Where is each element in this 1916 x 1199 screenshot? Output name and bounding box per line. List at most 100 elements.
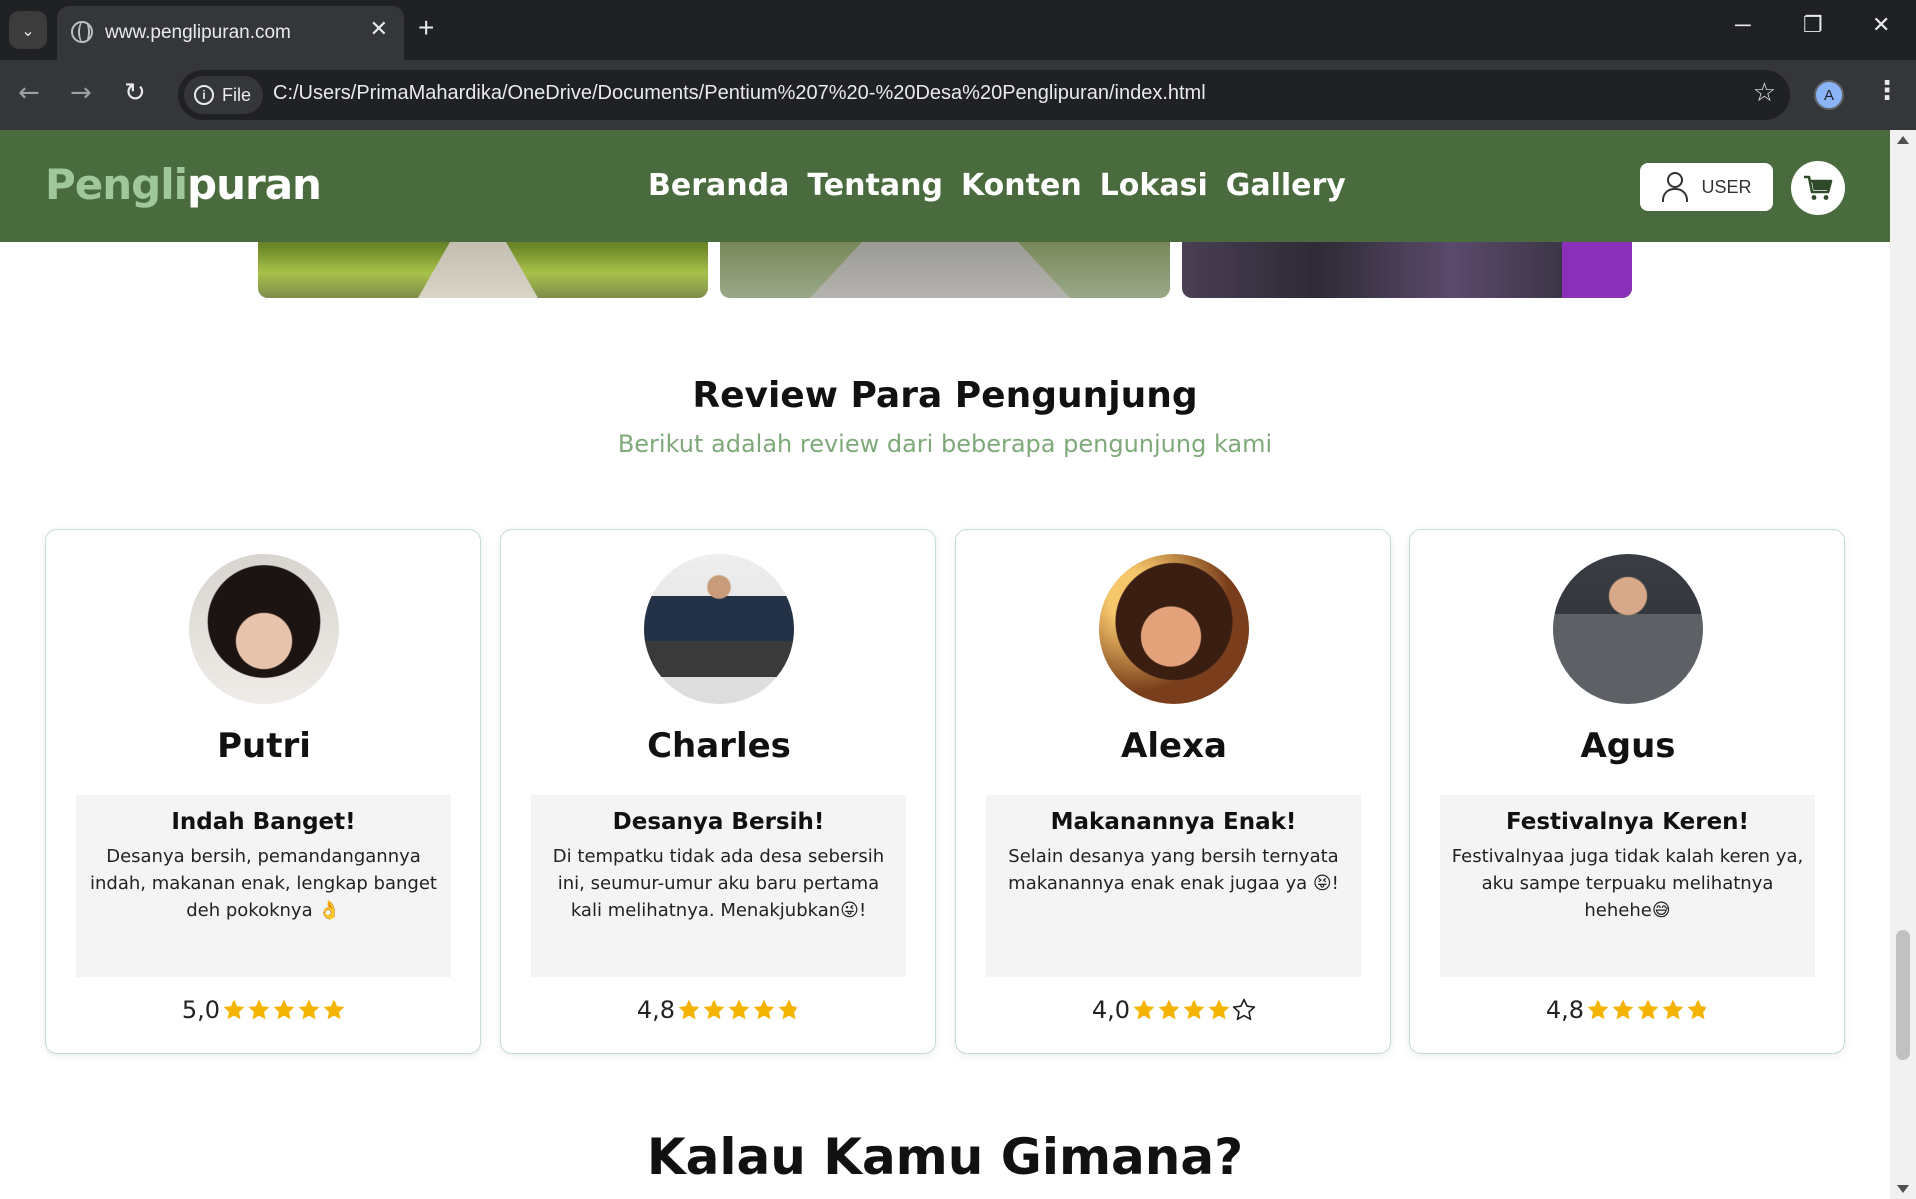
site-info-label: File — [222, 84, 252, 105]
star-icon — [702, 998, 726, 1022]
star-rating — [1586, 998, 1710, 1022]
review-cards: Putri Indah Banget! Desanya bersih, pema… — [45, 529, 1845, 1054]
restore-icon[interactable]: ❐ — [1803, 12, 1823, 38]
browser-menu-icon[interactable]: ⋮ — [1874, 76, 1900, 106]
reviews-section-title: Review Para Pengunjung — [692, 375, 1198, 416]
star-icon — [1586, 998, 1610, 1022]
star-icon — [1232, 998, 1256, 1022]
star-icon — [1132, 998, 1156, 1022]
back-arrow-icon[interactable]: ← — [18, 78, 40, 108]
site-logo[interactable]: Penglipuran — [45, 160, 322, 209]
review-title: Festivalnya Keren! — [1505, 809, 1750, 835]
tab-close-icon[interactable]: ✕ — [370, 17, 388, 42]
review-card: Alexa Makanannya Enak! Selain desanya ya… — [955, 529, 1391, 1054]
star-rating — [677, 998, 801, 1022]
forward-arrow-icon[interactable]: → — [70, 78, 92, 108]
logo-part-1: Pengli — [45, 160, 188, 209]
review-card: Agus Festivalnya Keren! Festivalnyaa jug… — [1409, 529, 1845, 1054]
scrollbar-thumb[interactable] — [1896, 930, 1910, 1060]
review-box: Makanannya Enak! Selain desanya yang ber… — [986, 795, 1361, 977]
page-viewport: Penglipuran Beranda Tentang Konten Lokas… — [0, 130, 1890, 1199]
star-icon — [222, 998, 246, 1022]
rating-value: 5,0 — [181, 996, 221, 1024]
rating: 5,0 — [46, 996, 482, 1024]
nav-beranda[interactable]: Beranda — [648, 168, 789, 203]
star-icon — [322, 998, 346, 1022]
reviewer-avatar — [1553, 554, 1703, 704]
reviewer-name: Putri — [217, 726, 311, 766]
review-box: Indah Banget! Desanya bersih, pemandanga… — [76, 795, 451, 977]
star-icon — [297, 998, 321, 1022]
window-close-icon[interactable]: ✕ — [1872, 12, 1890, 38]
star-icon — [1182, 998, 1206, 1022]
nav-tentang[interactable]: Tentang — [807, 168, 943, 203]
star-icon — [1661, 998, 1685, 1022]
star-icon — [727, 998, 751, 1022]
star-icon — [272, 998, 296, 1022]
reviewer-name: Charles — [647, 726, 791, 766]
scroll-up-arrow-icon[interactable] — [1897, 136, 1909, 144]
browser-tab-bar: ⌄ www.penglipuran.com ✕ + ─ ❐ ✕ — [0, 0, 1916, 60]
reviewer-name: Alexa — [1121, 726, 1227, 766]
review-box: Festivalnya Keren! Festivalnyaa juga tid… — [1440, 795, 1815, 977]
reviews-section-subtitle: Berikut adalah review dari beberapa peng… — [617, 430, 1273, 458]
user-button[interactable]: USER — [1640, 163, 1773, 211]
bookmark-star-icon[interactable]: ☆ — [1753, 78, 1776, 108]
tab-search-chevron-icon[interactable]: ⌄ — [9, 11, 47, 49]
next-section-title: Kalau Kamu Gimana? — [646, 1128, 1244, 1186]
reviewer-avatar — [644, 554, 794, 704]
reload-icon[interactable]: ↻ — [124, 78, 146, 108]
reviewer-name: Agus — [1580, 726, 1676, 766]
review-text: Di tempatku tidak ada desa sebersih ini,… — [552, 846, 885, 921]
star-icon — [677, 998, 701, 1022]
review-text: Selain desanya yang bersih ternyata maka… — [1008, 846, 1339, 894]
main-nav: Beranda Tentang Konten Lokasi Gallery — [648, 168, 1346, 203]
browser-toolbar: ← → ↻ i File C:/Users/PrimaMahardika/One… — [0, 60, 1916, 130]
star-icon — [1636, 998, 1660, 1022]
rating: 4,8 — [501, 996, 937, 1024]
rating-value: 4,8 — [1545, 996, 1585, 1024]
star-icon — [1207, 998, 1231, 1022]
page-scrollbar[interactable] — [1890, 130, 1916, 1199]
user-icon — [1661, 172, 1689, 202]
nav-lokasi[interactable]: Lokasi — [1100, 168, 1208, 203]
user-button-label: USER — [1701, 176, 1752, 197]
rating-value: 4,8 — [636, 996, 676, 1024]
site-header: Penglipuran Beranda Tentang Konten Lokas… — [0, 130, 1890, 242]
url-text[interactable]: C:/Users/PrimaMahardika/OneDrive/Documen… — [273, 82, 1206, 105]
star-icon — [1686, 998, 1710, 1022]
star-icon — [777, 998, 801, 1022]
nav-gallery[interactable]: Gallery — [1226, 168, 1346, 203]
cart-button[interactable] — [1791, 161, 1845, 215]
review-card: Putri Indah Banget! Desanya bersih, pema… — [45, 529, 481, 1054]
rating: 4,0 — [956, 996, 1392, 1024]
rating-value: 4,0 — [1091, 996, 1131, 1024]
profile-avatar[interactable]: A — [1814, 80, 1844, 110]
reviewer-avatar — [1099, 554, 1249, 704]
rating: 4,8 — [1410, 996, 1846, 1024]
review-title: Makanannya Enak! — [1050, 809, 1297, 835]
review-title: Desanya Bersih! — [612, 809, 825, 835]
review-box: Desanya Bersih! Di tempatku tidak ada de… — [531, 795, 906, 977]
cart-icon — [1804, 175, 1833, 200]
address-bar[interactable]: i File C:/Users/PrimaMahardika/OneDrive/… — [178, 70, 1790, 120]
review-title: Indah Banget! — [171, 809, 356, 835]
star-icon — [247, 998, 271, 1022]
nav-konten[interactable]: Konten — [961, 168, 1082, 203]
star-icon — [1611, 998, 1635, 1022]
review-card: Charles Desanya Bersih! Di tempatku tida… — [500, 529, 936, 1054]
site-info-chip[interactable]: i File — [184, 76, 264, 114]
browser-tab[interactable]: www.penglipuran.com ✕ — [57, 6, 404, 60]
star-rating — [222, 998, 346, 1022]
tab-title: www.penglipuran.com — [105, 22, 291, 43]
reviewer-avatar — [189, 554, 339, 704]
globe-icon — [71, 21, 93, 43]
logo-part-2: puran — [187, 160, 322, 209]
scroll-down-arrow-icon[interactable] — [1897, 1185, 1909, 1193]
new-tab-plus-icon[interactable]: + — [418, 12, 434, 44]
review-text: Festivalnyaa juga tidak kalah keren ya, … — [1451, 846, 1804, 921]
minimize-icon[interactable]: ─ — [1735, 12, 1751, 38]
review-text: Desanya bersih, pemandangannya indah, ma… — [90, 846, 437, 921]
star-rating — [1132, 998, 1256, 1022]
star-icon — [752, 998, 776, 1022]
